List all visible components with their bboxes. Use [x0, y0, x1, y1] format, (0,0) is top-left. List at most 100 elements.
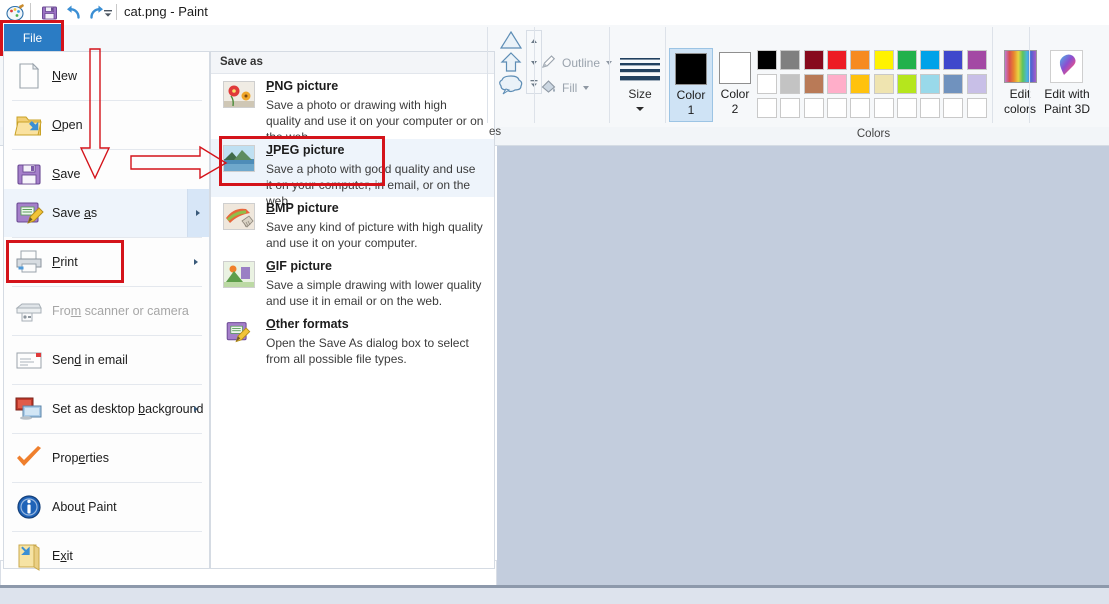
color-palette[interactable]: [757, 50, 990, 122]
palette-swatch[interactable]: [920, 74, 941, 94]
menu-item-exit[interactable]: Exit: [4, 532, 209, 580]
menu-item-save-as[interactable]: Save as: [4, 189, 209, 237]
gif-scene-icon: [223, 261, 255, 288]
palette-swatch[interactable]: [757, 50, 777, 70]
chevron-right-icon: [196, 210, 200, 216]
palette-swatch[interactable]: [920, 98, 941, 118]
palette-swatch[interactable]: [850, 98, 871, 118]
palette-swatch[interactable]: [803, 74, 824, 94]
palette-swatch[interactable]: [873, 98, 894, 118]
format-description: Open the Save As dialog box to select fr…: [266, 336, 469, 366]
palette-swatch[interactable]: [966, 74, 987, 94]
palette-swatch[interactable]: [780, 98, 801, 118]
palette-swatch[interactable]: [966, 50, 987, 70]
paint3d-label-line1: Edit with: [1044, 87, 1090, 101]
ribbon-separator: [534, 27, 535, 123]
title-bar: cat.png - Paint: [0, 0, 1109, 25]
paint3d-label-line2: Paint 3D: [1043, 102, 1091, 116]
palette-swatch[interactable]: [896, 50, 917, 70]
paint-bucket-icon: [540, 78, 557, 98]
palette-swatch[interactable]: [896, 74, 917, 94]
exit-icon: [14, 541, 44, 571]
palette-swatch[interactable]: [943, 74, 964, 94]
quick-access-separator: [30, 3, 31, 20]
info-icon: [14, 492, 44, 522]
menu-item-label: Save as: [52, 206, 98, 220]
palette-swatch[interactable]: [896, 98, 917, 118]
palette-swatch[interactable]: [780, 74, 801, 94]
chevron-down-icon: [583, 86, 590, 90]
title-separator: [116, 4, 117, 20]
shapes-group: [496, 26, 542, 126]
menu-item-label: Properties: [52, 451, 109, 465]
menu-item-from-scanner-or-camera: From scanner or camera: [4, 287, 209, 335]
colors-group-label: Colors: [856, 128, 891, 140]
png-flowers-icon: [223, 81, 255, 108]
format-item-png[interactable]: PNG picture Save a photo or drawing with…: [211, 75, 494, 144]
color-1-label-line1: Color: [676, 88, 706, 102]
size-button[interactable]: Size: [615, 27, 663, 123]
menu-item-label: New: [52, 69, 78, 83]
color-2-label-line1: Color: [720, 87, 750, 101]
outline-dropdown[interactable]: Outline: [540, 53, 613, 73]
palette-swatch[interactable]: [757, 98, 777, 118]
palette-swatch[interactable]: [803, 98, 824, 118]
menu-item-label: Set as desktop background: [52, 402, 204, 416]
menu-item-label: Send in email: [52, 353, 128, 367]
menu-item-label: Print: [52, 255, 78, 269]
customize-quick-access-icon[interactable]: [100, 3, 116, 22]
palette-swatch[interactable]: [943, 98, 964, 118]
floppy-disk-icon: [14, 159, 44, 189]
palette-swatch[interactable]: [803, 50, 824, 70]
fill-dropdown[interactable]: Fill: [540, 78, 590, 98]
menu-item-print[interactable]: Print: [4, 238, 209, 286]
ribbon-separator: [487, 27, 488, 123]
palette-swatch[interactable]: [780, 50, 801, 70]
chevron-down-icon: [636, 107, 644, 111]
palette-swatch[interactable]: [826, 98, 847, 118]
chevron-right-icon: [194, 406, 198, 412]
red-down-arrow: [78, 48, 114, 180]
checkmark-icon: [14, 443, 44, 473]
arrow-up-shape[interactable]: [498, 51, 524, 73]
submenu-arrow-cell[interactable]: [187, 189, 209, 237]
palette-swatch[interactable]: [873, 74, 894, 94]
format-title: PNG picture: [266, 79, 339, 93]
palette-swatch[interactable]: [826, 50, 847, 70]
menu-item-send-in-email[interactable]: Send in email: [4, 336, 209, 384]
palette-swatch[interactable]: [826, 74, 847, 94]
format-item-bmp[interactable]: BMP picture Save any kind of picture wit…: [211, 197, 494, 255]
menu-item-label: About Paint: [52, 500, 117, 514]
color-2-swatch: [719, 52, 751, 84]
undo-icon[interactable]: [64, 3, 83, 22]
palette-swatch[interactable]: [850, 50, 871, 70]
menu-item-about-paint[interactable]: About Paint: [4, 483, 209, 531]
palette-swatch[interactable]: [966, 98, 987, 118]
edit-with-paint3d-button[interactable]: Edit with Paint 3D: [1034, 48, 1100, 122]
triangle-shape[interactable]: [498, 29, 524, 51]
callout-shape[interactable]: [498, 73, 524, 95]
paint3d-droplet-icon: [1050, 50, 1083, 83]
menu-item-properties[interactable]: Properties: [4, 434, 209, 482]
menu-item-set-as-desktop-background[interactable]: Set as desktop background: [4, 385, 209, 433]
palette-swatch[interactable]: [920, 50, 941, 70]
palette-swatch[interactable]: [943, 50, 964, 70]
ribbon-separator: [609, 27, 610, 123]
palette-swatch[interactable]: [850, 74, 871, 94]
format-item-other-formats[interactable]: Other formats Open the Save As dialog bo…: [211, 313, 494, 371]
palette-swatch[interactable]: [757, 74, 777, 94]
red-highlight-box-jpeg: [219, 136, 385, 186]
palette-swatch[interactable]: [873, 50, 894, 70]
paint-window: cat.png - Paint File New Open Save Save …: [0, 0, 1109, 592]
scanner-icon: [14, 296, 44, 326]
format-description: Save any kind of picture with high quali…: [266, 220, 483, 250]
color-1-button[interactable]: Color 1: [669, 48, 713, 122]
canvas-area[interactable]: [497, 146, 1109, 586]
ribbon-separator: [1029, 27, 1030, 123]
menu-item-label: Save: [52, 167, 81, 181]
format-title: Other formats: [266, 317, 349, 331]
color-2-button[interactable]: Color 2: [715, 48, 757, 122]
save-as-icon: [223, 319, 255, 346]
format-item-gif[interactable]: GIF picture Save a simple drawing with l…: [211, 255, 494, 313]
menu-item-label: Exit: [52, 549, 73, 563]
